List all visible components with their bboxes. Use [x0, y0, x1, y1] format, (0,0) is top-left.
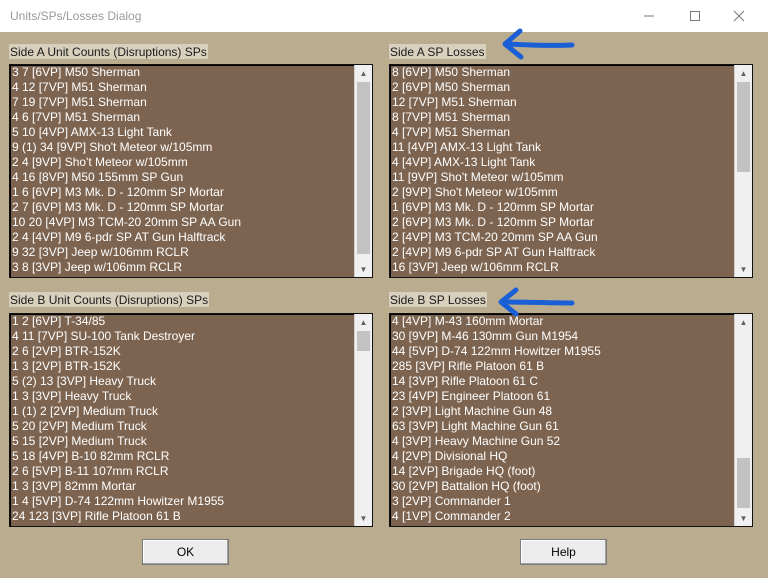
- list-item[interactable]: 2 4 [4VP] M9 6-pdr SP AT Gun Halftrack: [12, 230, 354, 245]
- list-item[interactable]: 1 (1) 2 [2VP] Medium Truck: [12, 404, 354, 419]
- list-item[interactable]: 2 [3VP] Light Machine Gun 48: [392, 404, 734, 419]
- list-item[interactable]: 12 [7VP] M51 Sherman: [392, 95, 734, 110]
- list-item[interactable]: 2 [4VP] M9 6-pdr SP AT Gun Halftrack: [392, 245, 734, 260]
- list-item[interactable]: 14 [2VP] Brigade HQ (foot): [392, 464, 734, 479]
- annotation-arrow-icon: [502, 28, 575, 60]
- list-item[interactable]: 5 10 [4VP] AMX-13 Light Tank: [12, 125, 354, 140]
- list-item[interactable]: 30 [2VP] Battalion HQ (foot): [392, 479, 734, 494]
- list-item[interactable]: 4 [2VP] Divisional HQ: [392, 449, 734, 464]
- list-item[interactable]: 5 18 [4VP] B-10 82mm RCLR: [12, 449, 354, 464]
- list-item[interactable]: 1 2 [6VP] T-34/85: [12, 314, 354, 329]
- ok-button[interactable]: OK: [142, 539, 229, 565]
- list-item[interactable]: 9 32 [3VP] Jeep w/106mm RCLR: [12, 245, 354, 260]
- list-item[interactable]: 2 7 [6VP] M3 Mk. D - 120mm SP Mortar: [12, 200, 354, 215]
- list-item[interactable]: 4 [3VP] Heavy Machine Gun 52: [392, 434, 734, 449]
- side-b-counts-items: 1 2 [6VP] T-34/85 4 11 [7VP] SU-100 Tank …: [12, 314, 354, 524]
- minimize-icon: [644, 15, 654, 17]
- list-item[interactable]: 5 (2) 13 [3VP] Heavy Truck: [12, 374, 354, 389]
- list-item[interactable]: 2 4 [9VP] Sho't Meteor w/105mm: [12, 155, 354, 170]
- list-item[interactable]: 4 12 [7VP] M51 Sherman: [12, 80, 354, 95]
- side-a-losses-items: 8 [6VP] M50 Sherman 2 [6VP] M50 Sherman 12…: [392, 65, 734, 277]
- side-b-counts-scrollbar[interactable]: ▲ ▼: [354, 314, 372, 526]
- maximize-icon: [690, 11, 700, 21]
- scroll-thumb[interactable]: [737, 82, 750, 172]
- list-item[interactable]: 1 4 [5VP] D-74 122mm Howitzer M1955: [12, 494, 354, 509]
- side-a-losses-list[interactable]: 8 [6VP] M50 Sherman 2 [6VP] M50 Sherman 12…: [389, 64, 753, 278]
- list-item[interactable]: 14 [3VP] Rifle Platoon 61 C: [392, 374, 734, 389]
- side-b-losses-list[interactable]: 4 [4VP] M-43 160mm Mortar 30 [9VP] M-46 1…: [389, 313, 753, 527]
- minimize-button[interactable]: [626, 0, 672, 32]
- list-item[interactable]: 7 19 [7VP] M51 Sherman: [12, 95, 354, 110]
- list-item[interactable]: 1 3 [2VP] BTR-152K: [12, 359, 354, 374]
- side-b-losses-label: Side B SP Losses: [389, 292, 487, 307]
- side-a-counts-scrollbar[interactable]: ▲ ▼: [354, 65, 372, 277]
- list-item[interactable]: 30 [9VP] M-46 130mm Gun M1954: [392, 329, 734, 344]
- side-a-losses-label: Side A SP Losses: [389, 44, 486, 59]
- scroll-up-arrow-icon[interactable]: ▲: [355, 314, 372, 330]
- list-item[interactable]: 5 20 [2VP] Medium Truck: [12, 419, 354, 434]
- list-item[interactable]: 2 [6VP] M3 Mk. D - 120mm SP Mortar: [392, 215, 734, 230]
- list-item[interactable]: 2 6 [2VP] BTR-152K: [12, 344, 354, 359]
- list-item[interactable]: 8 [7VP] M51 Sherman: [392, 110, 734, 125]
- list-item[interactable]: 285 [3VP] Rifle Platoon 61 B: [392, 359, 734, 374]
- list-item[interactable]: 1 6 [6VP] M3 Mk. D - 120mm SP Mortar: [12, 185, 354, 200]
- list-item[interactable]: 4 [1VP] Commander 2: [392, 509, 734, 524]
- list-item[interactable]: 8 [6VP] M50 Sherman: [392, 65, 734, 80]
- list-item[interactable]: 4 [7VP] M51 Sherman: [392, 125, 734, 140]
- list-item[interactable]: 63 [3VP] Light Machine Gun 61: [392, 419, 734, 434]
- title-bar: Units/SPs/Losses Dialog: [0, 0, 768, 32]
- side-a-counts-list[interactable]: 3 7 [6VP] M50 Sherman 4 12 [7VP] M51 Sher…: [9, 64, 373, 278]
- list-item[interactable]: 24 123 [3VP] Rifle Platoon 61 B: [12, 509, 354, 524]
- scroll-up-arrow-icon[interactable]: ▲: [355, 65, 372, 81]
- close-button[interactable]: [716, 0, 762, 32]
- list-item[interactable]: 3 [2VP] Commander 1: [392, 494, 734, 509]
- list-item[interactable]: 3 7 [6VP] M50 Sherman: [12, 65, 354, 80]
- window-title: Units/SPs/Losses Dialog: [10, 9, 142, 23]
- side-a-counts-items: 3 7 [6VP] M50 Sherman 4 12 [7VP] M51 Sher…: [12, 65, 354, 275]
- side-b-losses-scrollbar[interactable]: ▲ ▼: [734, 314, 752, 526]
- scroll-down-arrow-icon[interactable]: ▼: [355, 261, 372, 277]
- list-item[interactable]: 1 3 [3VP] 82mm Mortar: [12, 479, 354, 494]
- side-b-counts-label: Side B Unit Counts (Disruptions) SPs: [9, 292, 210, 307]
- annotation-arrow-icon: [498, 287, 575, 317]
- list-item[interactable]: 2 [9VP] Sho't Meteor w/105mm: [392, 185, 734, 200]
- list-item[interactable]: 11 [9VP] Sho't Meteor w/105mm: [392, 170, 734, 185]
- list-item[interactable]: 4 [4VP] AMX-13 Light Tank: [392, 155, 734, 170]
- list-item[interactable]: 3 8 [3VP] Jeep w/106mm RCLR: [12, 260, 354, 275]
- scroll-thumb[interactable]: [357, 82, 370, 254]
- side-b-counts-list[interactable]: 1 2 [6VP] T-34/85 4 11 [7VP] SU-100 Tank …: [9, 313, 373, 527]
- scroll-down-arrow-icon[interactable]: ▼: [735, 510, 752, 526]
- list-item[interactable]: 11 [4VP] AMX-13 Light Tank: [392, 140, 734, 155]
- side-a-losses-scrollbar[interactable]: ▲ ▼: [734, 65, 752, 277]
- scroll-up-arrow-icon[interactable]: ▲: [735, 314, 752, 330]
- list-item[interactable]: 1 3 [3VP] Heavy Truck: [12, 389, 354, 404]
- close-icon: [733, 10, 745, 22]
- help-button[interactable]: Help: [520, 539, 607, 565]
- scroll-up-arrow-icon[interactable]: ▲: [735, 65, 752, 81]
- list-item[interactable]: 23 [4VP] Engineer Platoon 61: [392, 389, 734, 404]
- list-item[interactable]: 4 6 [7VP] M51 Sherman: [12, 110, 354, 125]
- list-item[interactable]: 4 11 [7VP] SU-100 Tank Destroyer: [12, 329, 354, 344]
- list-item[interactable]: 2 6 [5VP] B-11 107mm RCLR: [12, 464, 354, 479]
- maximize-button[interactable]: [672, 0, 718, 32]
- list-item[interactable]: 2 [6VP] M50 Sherman: [392, 80, 734, 95]
- list-item[interactable]: 10 20 [4VP] M3 TCM-20 20mm SP AA Gun: [12, 215, 354, 230]
- list-item[interactable]: 1 [6VP] M3 Mk. D - 120mm SP Mortar: [392, 200, 734, 215]
- list-item[interactable]: 4 [3VP] Jeep w/106mm RCLR: [392, 275, 734, 277]
- scroll-down-arrow-icon[interactable]: ▼: [735, 261, 752, 277]
- scroll-thumb[interactable]: [737, 458, 750, 508]
- side-a-counts-label: Side A Unit Counts (Disruptions) SPs: [9, 44, 208, 59]
- list-item[interactable]: 5 15 [2VP] Medium Truck: [12, 434, 354, 449]
- scroll-thumb[interactable]: [357, 331, 370, 351]
- list-item[interactable]: 16 [3VP] Jeep w/106mm RCLR: [392, 260, 734, 275]
- list-item[interactable]: 9 (1) 34 [9VP] Sho't Meteor w/105mm: [12, 140, 354, 155]
- list-item[interactable]: 44 [5VP] D-74 122mm Howitzer M1955: [392, 344, 734, 359]
- side-b-losses-items: 4 [4VP] M-43 160mm Mortar 30 [9VP] M-46 1…: [392, 314, 734, 524]
- list-item[interactable]: 4 16 [8VP] M50 155mm SP Gun: [12, 170, 354, 185]
- list-item[interactable]: 2 [4VP] M3 TCM-20 20mm SP AA Gun: [392, 230, 734, 245]
- scroll-down-arrow-icon[interactable]: ▼: [355, 510, 372, 526]
